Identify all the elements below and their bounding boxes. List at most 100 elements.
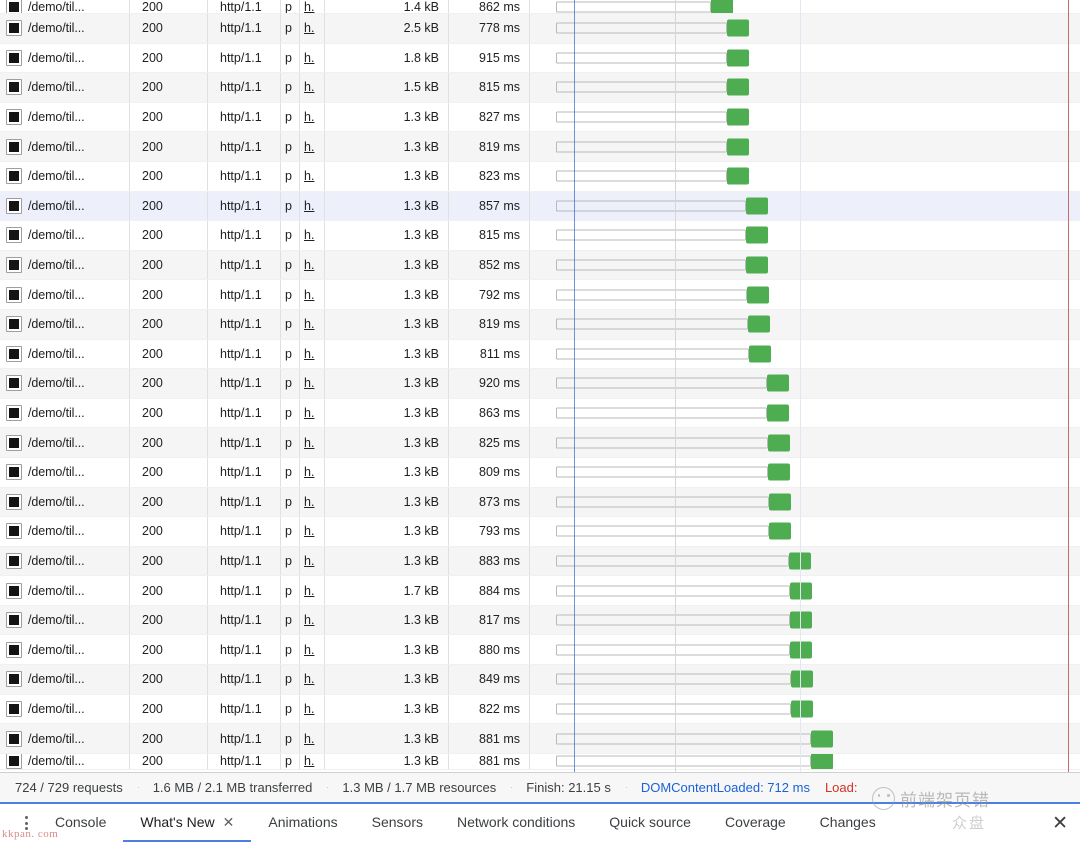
initiator-link[interactable]: h. xyxy=(304,110,314,124)
cell-initiator[interactable]: h. xyxy=(300,0,325,13)
cell-initiator[interactable]: h. xyxy=(300,457,325,487)
initiator-link[interactable]: h. xyxy=(304,732,314,746)
cell-waterfall[interactable] xyxy=(530,753,1080,769)
initiator-link[interactable]: h. xyxy=(304,672,314,686)
tab-animations[interactable]: Animations xyxy=(251,804,354,842)
tab-console[interactable]: Console xyxy=(38,804,123,842)
initiator-link[interactable]: h. xyxy=(304,258,314,272)
cell-initiator[interactable]: h. xyxy=(300,576,325,605)
cell-waterfall[interactable] xyxy=(530,428,1080,457)
initiator-link[interactable]: h. xyxy=(304,613,314,627)
cell-waterfall[interactable] xyxy=(530,221,1080,250)
cell-initiator[interactable]: h. xyxy=(300,132,325,161)
table-row[interactable]: /demo/til... 200 http/1.1 p h. 2.5 kB 778 ms xyxy=(0,14,1080,44)
cell-initiator[interactable]: h. xyxy=(300,280,325,309)
initiator-link[interactable]: h. xyxy=(304,406,314,420)
cell-initiator[interactable]: h. xyxy=(300,487,325,517)
table-row[interactable]: /demo/til... 200 http/1.1 p h. 1.3 kB 823 ms xyxy=(0,161,1080,192)
cell-waterfall[interactable] xyxy=(530,399,1080,428)
cell-waterfall[interactable] xyxy=(530,310,1080,339)
network-request-table[interactable]: /demo/til... 200 http/1.1 p h. 1.4 kB 862 ms/d… xyxy=(0,0,1080,772)
table-row[interactable]: /demo/til... 200 http/1.1 p h. 1.3 kB 920 ms xyxy=(0,369,1080,399)
cell-waterfall[interactable] xyxy=(530,665,1080,694)
table-row[interactable]: /demo/til... 200 http/1.1 p h. 1.5 kB 815 ms xyxy=(0,73,1080,103)
initiator-link[interactable]: h. xyxy=(304,495,314,509)
cell-initiator[interactable]: h. xyxy=(300,517,325,546)
tab-close-icon[interactable]: ✕ xyxy=(223,815,235,829)
table-row[interactable]: /demo/til... 200 http/1.1 p h. 1.3 kB 819 ms xyxy=(0,132,1080,162)
initiator-link[interactable]: h. xyxy=(304,702,314,716)
cell-initiator[interactable]: h. xyxy=(300,73,325,102)
cell-initiator[interactable]: h. xyxy=(300,635,325,665)
initiator-link[interactable]: h. xyxy=(304,80,314,94)
table-row[interactable]: /demo/til... 200 http/1.1 p h. 1.3 kB 880 ms xyxy=(0,635,1080,666)
cell-waterfall[interactable] xyxy=(530,488,1080,517)
table-row[interactable]: /demo/til... 200 http/1.1 p h. 1.3 kB 881 ms xyxy=(0,724,1080,754)
cell-waterfall[interactable] xyxy=(530,192,1080,221)
table-row[interactable]: /demo/til... 200 http/1.1 p h. 1.3 kB 825 ms xyxy=(0,428,1080,458)
initiator-link[interactable]: h. xyxy=(304,21,314,35)
cell-waterfall[interactable] xyxy=(530,280,1080,309)
table-row[interactable]: /demo/til... 200 http/1.1 p h. 1.3 kB 883 ms xyxy=(0,546,1080,577)
cell-initiator[interactable]: h. xyxy=(300,191,325,221)
tab-changes[interactable]: Changes xyxy=(803,804,893,842)
cell-waterfall[interactable] xyxy=(530,251,1080,280)
table-row[interactable]: /demo/til... 200 http/1.1 p h. 1.3 kB 827 ms xyxy=(0,102,1080,133)
initiator-link[interactable]: h. xyxy=(304,317,314,331)
table-row[interactable]: /demo/til... 200 http/1.1 p h. 1.3 kB 817 ms xyxy=(0,605,1080,636)
cell-waterfall[interactable] xyxy=(530,73,1080,102)
cell-initiator[interactable]: h. xyxy=(300,369,325,398)
cell-initiator[interactable]: h. xyxy=(300,605,325,635)
table-row[interactable]: /demo/til... 200 http/1.1 p h. 1.3 kB 792 ms xyxy=(0,280,1080,310)
tab-what-s-new[interactable]: What's New ✕ xyxy=(123,804,252,842)
cell-waterfall[interactable] xyxy=(530,576,1080,605)
initiator-link[interactable]: h. xyxy=(304,376,314,390)
table-row[interactable]: /demo/til... 200 http/1.1 p h. 1.3 kB 822 ms xyxy=(0,694,1080,725)
table-row[interactable]: /demo/til... 200 http/1.1 p h. 1.7 kB 884 ms xyxy=(0,576,1080,606)
cell-initiator[interactable]: h. xyxy=(300,546,325,576)
cell-waterfall[interactable] xyxy=(530,0,1080,13)
initiator-link[interactable]: h. xyxy=(304,554,314,568)
cell-waterfall[interactable] xyxy=(530,547,1080,576)
initiator-link[interactable]: h. xyxy=(304,288,314,302)
cell-initiator[interactable]: h. xyxy=(300,339,325,369)
cell-initiator[interactable]: h. xyxy=(300,694,325,724)
table-row[interactable]: /demo/til... 200 http/1.1 p h. 1.3 kB 852 ms xyxy=(0,250,1080,281)
cell-initiator[interactable]: h. xyxy=(300,665,325,694)
initiator-link[interactable]: h. xyxy=(304,436,314,450)
cell-initiator[interactable]: h. xyxy=(300,753,325,769)
cell-waterfall[interactable] xyxy=(530,103,1080,132)
cell-initiator[interactable]: h. xyxy=(300,102,325,132)
cell-waterfall[interactable] xyxy=(530,369,1080,398)
cell-waterfall[interactable] xyxy=(530,724,1080,753)
cell-initiator[interactable]: h. xyxy=(300,398,325,428)
initiator-link[interactable]: h. xyxy=(304,0,314,13)
cell-waterfall[interactable] xyxy=(530,14,1080,43)
tab-sensors[interactable]: Sensors xyxy=(355,804,440,842)
initiator-link[interactable]: h. xyxy=(304,347,314,361)
table-row[interactable]: /demo/til... 200 http/1.1 p h. 1.3 kB 863 ms xyxy=(0,398,1080,429)
initiator-link[interactable]: h. xyxy=(304,584,314,598)
initiator-link[interactable]: h. xyxy=(304,754,314,768)
cell-initiator[interactable]: h. xyxy=(300,43,325,73)
table-row[interactable]: /demo/til... 200 http/1.1 p h. 1.3 kB 881 ms xyxy=(0,753,1080,770)
table-row[interactable]: /demo/til... 200 http/1.1 p h. 1.3 kB 857 ms xyxy=(0,191,1080,222)
initiator-link[interactable]: h. xyxy=(304,169,314,183)
table-row[interactable]: /demo/til... 200 http/1.1 p h. 1.3 kB 811 ms xyxy=(0,339,1080,370)
more-options-kebab-icon[interactable] xyxy=(14,804,38,842)
initiator-link[interactable]: h. xyxy=(304,524,314,538)
cell-waterfall[interactable] xyxy=(530,458,1080,487)
cell-initiator[interactable]: h. xyxy=(300,221,325,250)
cell-initiator[interactable]: h. xyxy=(300,161,325,191)
cell-initiator[interactable]: h. xyxy=(300,250,325,280)
cell-waterfall[interactable] xyxy=(530,44,1080,73)
cell-initiator[interactable]: h. xyxy=(300,428,325,457)
initiator-link[interactable]: h. xyxy=(304,140,314,154)
tab-quick-source[interactable]: Quick source xyxy=(592,804,708,842)
close-drawer-icon[interactable]: ✕ xyxy=(1052,814,1068,833)
table-row[interactable]: /demo/til... 200 http/1.1 p h. 1.3 kB 793 ms xyxy=(0,517,1080,547)
cell-waterfall[interactable] xyxy=(530,340,1080,369)
cell-waterfall[interactable] xyxy=(530,162,1080,191)
cell-initiator[interactable]: h. xyxy=(300,14,325,43)
table-row[interactable]: /demo/til... 200 http/1.1 p h. 1.8 kB 915 ms xyxy=(0,43,1080,74)
